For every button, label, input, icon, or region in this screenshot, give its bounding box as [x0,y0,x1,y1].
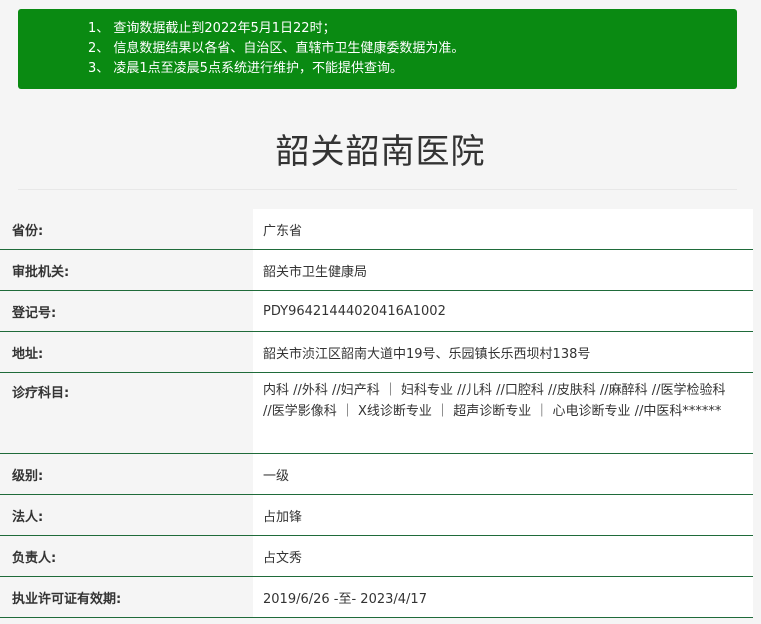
info-table: 省份: 广东省 审批机关: 韶关市卫生健康局 登记号: PDY964214440… [0,209,753,618]
row-value: 占文秀 [253,536,753,576]
row-value: 广东省 [253,209,753,249]
row-value: 韶关市浈江区韶南大道中19号、乐园镇长乐西坝村138号 [253,332,753,372]
row-license-validity: 执业许可证有效期: 2019/6/26 -至- 2023/4/17 [0,577,753,618]
page: 1、 查询数据截止到2022年5月1日22时； 2、 信息数据结果以各省、自治区… [0,0,761,624]
notice-line-3: 3、 凌晨1点至凌晨5点系统进行维护，不能提供查询。 [88,61,403,76]
row-label: 审批机关: [0,250,253,290]
row-value: 韶关市卫生健康局 [253,250,753,290]
row-label: 登记号: [0,291,253,331]
page-title: 韶关韶南医院 [275,132,486,172]
row-label: 地址: [0,332,253,372]
row-value: 占加锋 [253,495,753,535]
row-label: 负责人: [0,536,253,576]
row-label: 级别: [0,454,253,494]
row-value: PDY96421444020416A1002 [253,291,753,331]
notice-line-2: 2、 信息数据结果以各省、自治区、直辖市卫生健康委数据为准。 [88,41,465,56]
title-divider [18,189,737,190]
row-label: 执业许可证有效期: [0,577,253,617]
row-value: 2019/6/26 -至- 2023/4/17 [253,577,753,617]
row-registration-number: 登记号: PDY96421444020416A1002 [0,291,753,332]
row-value: 一级 [253,454,753,494]
row-approval-authority: 审批机关: 韶关市卫生健康局 [0,250,753,291]
row-person-in-charge: 负责人: 占文秀 [0,536,753,577]
row-label: 诊疗科目: [0,373,253,453]
row-legal-person: 法人: 占加锋 [0,495,753,536]
row-province: 省份: 广东省 [0,209,753,250]
row-value: 内科 //外科 //妇产科 ｜ 妇科专业 //儿科 //口腔科 //皮肤科 //… [253,373,753,453]
notice-banner: 1、 查询数据截止到2022年5月1日22时； 2、 信息数据结果以各省、自治区… [18,9,737,89]
notice-line-1: 1、 查询数据截止到2022年5月1日22时； [88,21,336,36]
row-level: 级别: 一级 [0,454,753,495]
row-label: 法人: [0,495,253,535]
row-departments: 诊疗科目: 内科 //外科 //妇产科 ｜ 妇科专业 //儿科 //口腔科 //… [0,373,753,454]
row-label: 省份: [0,209,253,249]
row-address: 地址: 韶关市浈江区韶南大道中19号、乐园镇长乐西坝村138号 [0,332,753,373]
